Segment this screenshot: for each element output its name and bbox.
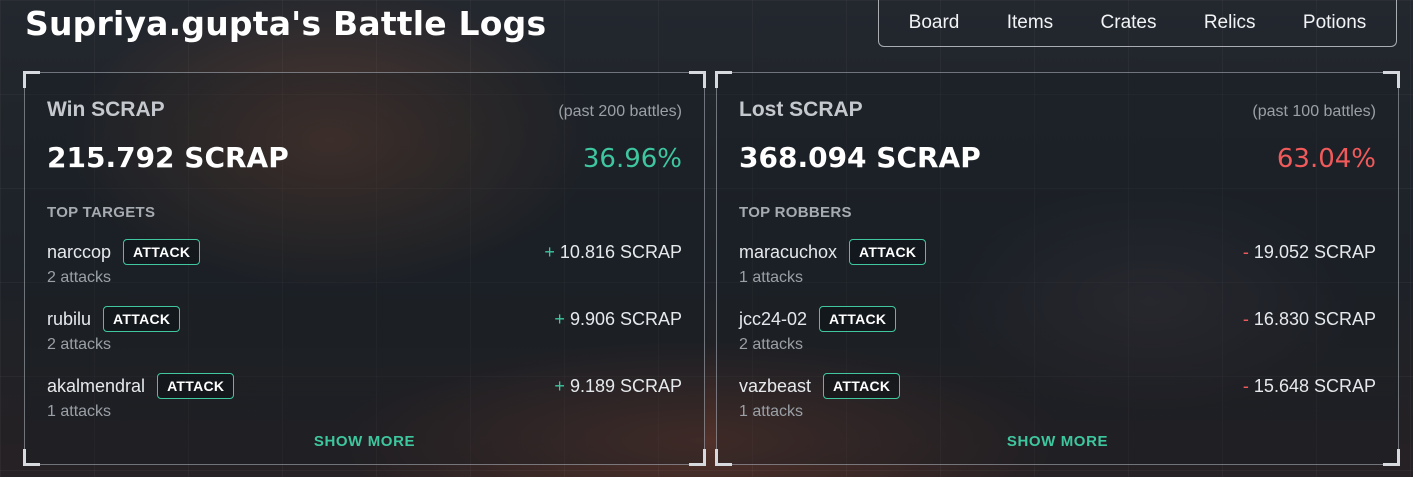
top-nav: Board Items Crates Relics Potions bbox=[878, 0, 1397, 47]
nav-items[interactable]: Items bbox=[1001, 8, 1059, 38]
attack-count: 2 attacks bbox=[47, 269, 112, 286]
plus-sign: + bbox=[544, 241, 555, 262]
amount-value: 15.648 SCRAP bbox=[1253, 375, 1376, 396]
scrap-amount: + 9.906 SCRAP bbox=[554, 309, 682, 330]
section-label-top-robbers: TOP ROBBERS bbox=[739, 204, 852, 221]
nav-relics[interactable]: Relics bbox=[1198, 8, 1262, 38]
list-item: maracuchox ATTACK - 19.052 SCRAP 1 attac… bbox=[739, 237, 1376, 304]
attack-button[interactable]: ATTACK bbox=[123, 239, 201, 265]
attack-button[interactable]: ATTACK bbox=[823, 373, 901, 399]
lost-percent: 63.04% bbox=[1276, 144, 1376, 174]
win-total: 215.792 SCRAP bbox=[47, 141, 289, 174]
minus-sign: - bbox=[1242, 241, 1249, 262]
attack-count: 2 attacks bbox=[739, 336, 804, 353]
minus-sign: - bbox=[1242, 375, 1249, 396]
show-more-wrap: SHOW MORE bbox=[25, 433, 704, 450]
plus-sign: + bbox=[554, 375, 565, 396]
panel-header: Lost SCRAP (past 100 battles) bbox=[739, 98, 1376, 122]
amount-value: 9.189 SCRAP bbox=[569, 375, 682, 396]
amount-value: 16.830 SCRAP bbox=[1253, 308, 1376, 329]
scrap-amount: - 15.648 SCRAP bbox=[1243, 376, 1376, 397]
attack-count: 1 attacks bbox=[739, 403, 804, 420]
list-item: narccop ATTACK + 10.816 SCRAP 2 attacks bbox=[47, 237, 682, 304]
amount-value: 19.052 SCRAP bbox=[1253, 241, 1376, 262]
scrap-amount: - 19.052 SCRAP bbox=[1243, 242, 1376, 263]
list-item: vazbeast ATTACK - 15.648 SCRAP 1 attacks bbox=[739, 371, 1376, 438]
section-label-top-targets: TOP TARGETS bbox=[47, 204, 156, 221]
amount-value: 10.816 SCRAP bbox=[559, 241, 682, 262]
top-targets-list: narccop ATTACK + 10.816 SCRAP 2 attacks … bbox=[47, 237, 682, 438]
win-scrap-panel: Win SCRAP (past 200 battles) 215.792 SCR… bbox=[23, 71, 706, 466]
corner-bracket bbox=[23, 71, 40, 88]
player-name[interactable]: vazbeast bbox=[739, 376, 811, 397]
nav-board[interactable]: Board bbox=[903, 8, 966, 38]
win-percent: 36.96% bbox=[582, 144, 682, 174]
corner-bracket bbox=[689, 71, 706, 88]
scrap-amount: + 10.816 SCRAP bbox=[544, 242, 682, 263]
panel-period: (past 100 battles) bbox=[1252, 103, 1376, 120]
show-more-button[interactable]: SHOW MORE bbox=[314, 433, 415, 450]
scrap-amount: + 9.189 SCRAP bbox=[554, 376, 682, 397]
panel-total-row: 215.792 SCRAP 36.96% bbox=[47, 141, 682, 174]
panel-title: Lost SCRAP bbox=[739, 98, 863, 121]
lost-total: 368.094 SCRAP bbox=[739, 141, 981, 174]
nav-potions[interactable]: Potions bbox=[1297, 8, 1372, 38]
panel-total-row: 368.094 SCRAP 63.04% bbox=[739, 141, 1376, 174]
plus-sign: + bbox=[554, 308, 565, 329]
list-item: rubilu ATTACK + 9.906 SCRAP 2 attacks bbox=[47, 304, 682, 371]
corner-bracket bbox=[689, 449, 706, 466]
corner-bracket bbox=[1383, 449, 1400, 466]
player-name[interactable]: jcc24-02 bbox=[739, 309, 807, 330]
list-item: akalmendral ATTACK + 9.189 SCRAP 1 attac… bbox=[47, 371, 682, 438]
corner-bracket bbox=[715, 449, 732, 466]
corner-bracket bbox=[23, 449, 40, 466]
player-name[interactable]: rubilu bbox=[47, 309, 91, 330]
lost-scrap-panel: Lost SCRAP (past 100 battles) 368.094 SC… bbox=[715, 71, 1400, 466]
scrap-amount: - 16.830 SCRAP bbox=[1243, 309, 1376, 330]
player-name[interactable]: narccop bbox=[47, 242, 111, 263]
player-name[interactable]: maracuchox bbox=[739, 242, 837, 263]
attack-button[interactable]: ATTACK bbox=[157, 373, 235, 399]
show-more-button[interactable]: SHOW MORE bbox=[1007, 433, 1108, 450]
player-name[interactable]: akalmendral bbox=[47, 376, 145, 397]
corner-bracket bbox=[715, 71, 732, 88]
show-more-wrap: SHOW MORE bbox=[717, 433, 1398, 450]
attack-button[interactable]: ATTACK bbox=[849, 239, 927, 265]
corner-bracket bbox=[1383, 71, 1400, 88]
top-robbers-list: maracuchox ATTACK - 19.052 SCRAP 1 attac… bbox=[739, 237, 1376, 438]
attack-count: 1 attacks bbox=[739, 269, 804, 286]
panel-period: (past 200 battles) bbox=[558, 103, 682, 120]
nav-crates[interactable]: Crates bbox=[1095, 8, 1163, 38]
minus-sign: - bbox=[1242, 308, 1249, 329]
attack-button[interactable]: ATTACK bbox=[819, 306, 897, 332]
attack-count: 2 attacks bbox=[47, 336, 112, 353]
panel-header: Win SCRAP (past 200 battles) bbox=[47, 98, 682, 122]
attack-count: 1 attacks bbox=[47, 403, 112, 420]
attack-button[interactable]: ATTACK bbox=[103, 306, 181, 332]
panel-title: Win SCRAP bbox=[47, 98, 165, 121]
list-item: jcc24-02 ATTACK - 16.830 SCRAP 2 attacks bbox=[739, 304, 1376, 371]
page-title: Supriya.gupta's Battle Logs bbox=[25, 4, 547, 43]
amount-value: 9.906 SCRAP bbox=[569, 308, 682, 329]
